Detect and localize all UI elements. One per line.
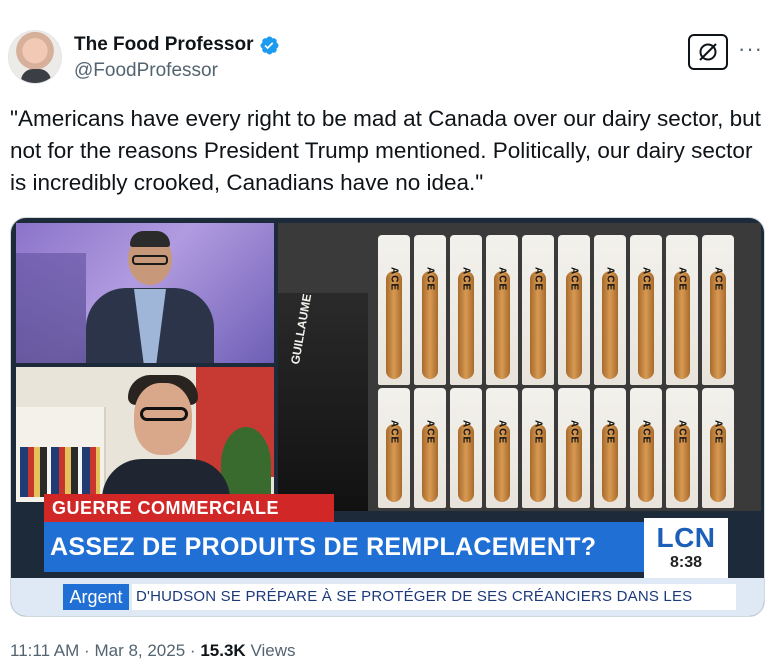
- tweet-author: The Food Professor @FoodProfessor: [74, 34, 280, 82]
- bread-bag: ACE: [522, 388, 554, 508]
- lower-third-headline: ASSEZ DE PRODUITS DE REMPLACEMENT?: [44, 522, 644, 572]
- bread-brand-label: ACE: [712, 267, 724, 292]
- bread-bag: ACE: [666, 388, 698, 508]
- bread-bag: ACE: [702, 235, 734, 385]
- ticker-text: D'HUDSON SE PRÉPARE À SE PROTÉGER DE SES…: [132, 584, 736, 610]
- views-label: Views: [250, 641, 296, 660]
- bread-bag: ACE: [558, 235, 590, 385]
- lcn-logo: LCN: [656, 522, 716, 553]
- author-handle[interactable]: @FoodProfessor: [74, 60, 280, 82]
- author-name-row: The Food Professor: [74, 34, 280, 56]
- views-count[interactable]: 15.3K: [200, 641, 245, 660]
- bread-brand-label: ACE: [640, 267, 652, 292]
- bread-brand-label: ACE: [532, 420, 544, 445]
- bread-brand-label: ACE: [496, 420, 508, 445]
- network-bug: LCN 8:38: [644, 518, 728, 578]
- bread-bag: ACE: [486, 388, 518, 508]
- bread-brand-label: ACE: [388, 267, 400, 292]
- bread-bag: ACE: [414, 388, 446, 508]
- bread-brand-label: ACE: [604, 267, 616, 292]
- broadcast-clock: 8:38: [669, 554, 703, 571]
- bread-brand-label: ACE: [496, 267, 508, 292]
- bread-brand-label: ACE: [568, 420, 580, 445]
- author-avatar[interactable]: [8, 30, 62, 84]
- author-display-name[interactable]: The Food Professor: [74, 34, 253, 56]
- tweet-text: "Americans have every right to be mad at…: [10, 106, 761, 195]
- lower-third-category: GUERRE COMMERCIALE: [44, 494, 334, 522]
- grok-icon: [699, 43, 717, 61]
- bread-brand-label: ACE: [424, 420, 436, 445]
- video-panel-bread: GUILLAUME ACE ACE ACE ACE ACE ACE ACE ACE ACE ACE…: [278, 223, 761, 511]
- bread-bag: ACE: [522, 235, 554, 385]
- ticker-category: Argent: [63, 584, 129, 610]
- bread-bag: ACE: [630, 388, 662, 508]
- bread-brand-label: ACE: [460, 267, 472, 292]
- bread-brand-label: ACE: [532, 267, 544, 292]
- bread-bag: ACE: [558, 388, 590, 508]
- bread-bag: ACE: [630, 235, 662, 385]
- bread-brand-label: ACE: [424, 267, 436, 292]
- bread-brand-label: ACE: [604, 420, 616, 445]
- bread-bag: ACE: [378, 388, 410, 508]
- tweet-time[interactable]: 11:11 AM: [10, 641, 79, 660]
- bread-bag: ACE: [702, 388, 734, 508]
- bread-brand-label: ACE: [460, 420, 472, 445]
- video-panel-guest: [16, 367, 274, 502]
- bread-brand-label: ACE: [676, 420, 688, 445]
- bread-bag: ACE: [414, 235, 446, 385]
- tweet-media[interactable]: GUILLAUME ACE ACE ACE ACE ACE ACE ACE ACE ACE ACE…: [10, 217, 765, 617]
- bread-bag: ACE: [594, 235, 626, 385]
- bread-brand-label: ACE: [676, 267, 688, 292]
- more-options-button[interactable]: ···: [738, 36, 763, 62]
- bread-bag: ACE: [486, 235, 518, 385]
- bread-bag: ACE: [450, 388, 482, 508]
- bread-bag: ACE: [594, 388, 626, 508]
- bread-brand-label: ACE: [388, 420, 400, 445]
- grok-button[interactable]: [688, 34, 728, 70]
- verified-badge-icon: [261, 36, 279, 54]
- more-horizontal-icon: ···: [738, 36, 763, 61]
- books: [20, 447, 100, 497]
- bread-brand-label: ACE: [640, 420, 652, 445]
- tweet-meta: 11:11 AM · Mar 8, 2025 · 15.3K Views: [10, 641, 295, 661]
- dark-bread-bags: GUILLAUME: [278, 293, 368, 511]
- bread-bag: ACE: [666, 235, 698, 385]
- meta-separator: ·: [189, 641, 196, 660]
- meta-separator: ·: [84, 641, 90, 660]
- bag-label: GUILLAUME: [288, 292, 315, 366]
- tweet-date[interactable]: Mar 8, 2025: [94, 641, 185, 660]
- background-bridge: [16, 253, 86, 363]
- host-glasses: [132, 255, 168, 265]
- bread-brand-label: ACE: [712, 420, 724, 445]
- guest-glasses: [140, 407, 188, 421]
- video-panel-host: [16, 223, 274, 363]
- bread-bag: ACE: [378, 235, 410, 385]
- bread-bag: ACE: [450, 235, 482, 385]
- bread-brand-label: ACE: [568, 267, 580, 292]
